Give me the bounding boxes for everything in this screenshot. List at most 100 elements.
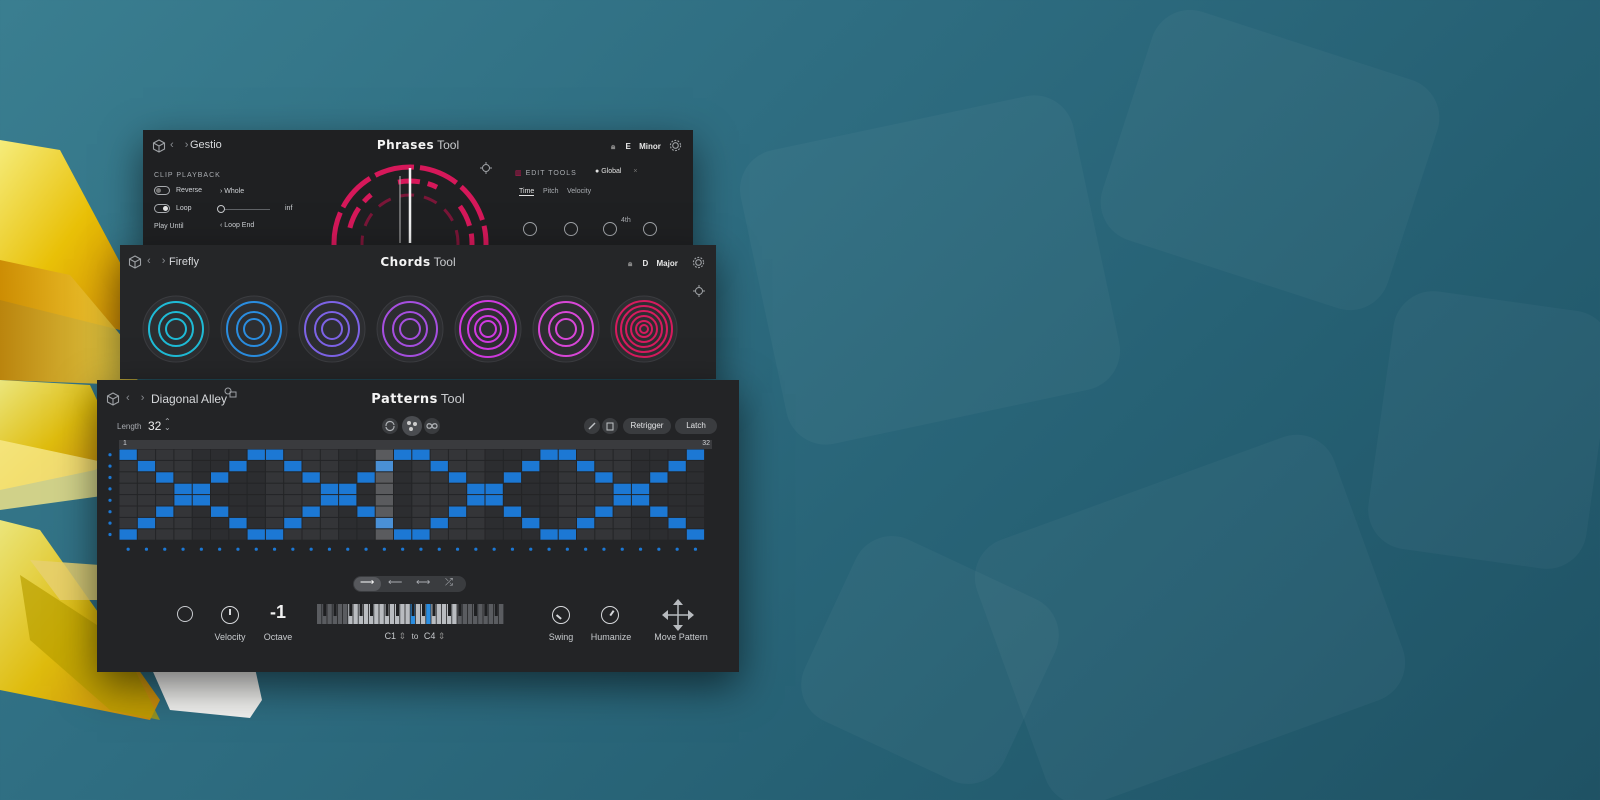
pattern-step[interactable] (412, 460, 430, 472)
crosshair-icon[interactable] (480, 162, 492, 174)
pattern-step[interactable] (137, 472, 156, 483)
pattern-step[interactable] (412, 483, 430, 495)
pattern-step[interactable] (119, 483, 137, 495)
range-high[interactable]: C4 (424, 631, 436, 641)
pattern-step[interactable] (577, 529, 595, 540)
pattern-step[interactable] (485, 517, 503, 529)
pattern-step[interactable] (650, 449, 668, 460)
tab-pitch[interactable]: Pitch (543, 188, 559, 195)
pattern-step[interactable] (192, 529, 210, 540)
pattern-step[interactable] (686, 449, 705, 460)
pattern-step[interactable] (156, 483, 174, 495)
pattern-step[interactable] (686, 495, 705, 506)
pattern-step[interactable] (394, 472, 412, 483)
pattern-step[interactable] (558, 529, 576, 540)
loop-slider[interactable] (220, 209, 270, 210)
pattern-step[interactable] (522, 449, 540, 460)
pattern-step[interactable] (631, 472, 650, 483)
pattern-step[interactable] (339, 517, 357, 529)
partial-knob[interactable] (177, 606, 193, 622)
pattern-step[interactable] (339, 506, 357, 517)
pattern-step[interactable] (577, 495, 595, 506)
pattern-step[interactable] (668, 495, 686, 506)
pattern-step[interactable] (265, 495, 284, 506)
pattern-step[interactable] (668, 483, 686, 495)
pattern-step[interactable] (448, 529, 467, 540)
pattern-step[interactable] (247, 483, 265, 495)
pattern-step[interactable] (119, 460, 137, 472)
pattern-step[interactable] (650, 495, 668, 506)
pattern-step[interactable] (503, 495, 522, 506)
pattern-step[interactable] (595, 495, 613, 506)
pattern-step[interactable] (595, 483, 613, 495)
pattern-step[interactable] (595, 460, 613, 472)
pattern-step[interactable] (174, 529, 192, 540)
pattern-step[interactable] (503, 517, 522, 529)
pattern-step[interactable] (631, 460, 650, 472)
pattern-step[interactable] (503, 483, 522, 495)
range-selector[interactable]: C1 ⇕ to C4 ⇕ (375, 631, 455, 642)
pattern-step[interactable] (357, 449, 375, 460)
pattern-step[interactable] (375, 483, 393, 495)
pattern-step[interactable] (613, 517, 631, 529)
pattern-step[interactable] (265, 506, 284, 517)
pattern-step[interactable] (540, 460, 558, 472)
pattern-step[interactable] (137, 517, 156, 529)
pattern-step[interactable] (686, 460, 705, 472)
chord-pad[interactable] (298, 295, 366, 363)
pattern-step[interactable] (247, 460, 265, 472)
pattern-step[interactable] (211, 529, 229, 540)
pattern-step[interactable] (357, 517, 375, 529)
pattern-step[interactable] (503, 460, 522, 472)
pattern-step[interactable] (174, 460, 192, 472)
pattern-step[interactable] (394, 449, 412, 460)
infinite-button[interactable] (424, 418, 440, 434)
pattern-step[interactable] (229, 460, 247, 472)
pattern-step[interactable] (339, 529, 357, 540)
global-toggle[interactable]: ● Global × (595, 168, 637, 175)
pattern-step[interactable] (503, 449, 522, 460)
key-selector[interactable]: 🔒︎ E Minor (611, 142, 661, 152)
pattern-step[interactable] (558, 449, 576, 460)
edit-knob[interactable] (564, 222, 578, 236)
pattern-step[interactable] (467, 495, 485, 506)
pattern-step[interactable] (265, 472, 284, 483)
pattern-step[interactable] (320, 517, 339, 529)
pattern-step[interactable] (229, 449, 247, 460)
pattern-grid[interactable] (107, 449, 717, 559)
pattern-step[interactable] (448, 472, 467, 483)
pattern-step[interactable] (668, 529, 686, 540)
pencil-button[interactable] (584, 418, 600, 434)
loop-mode-button[interactable] (382, 418, 398, 434)
pattern-step[interactable] (174, 483, 192, 495)
pattern-step[interactable] (631, 517, 650, 529)
pattern-step[interactable] (192, 495, 210, 506)
pattern-step[interactable] (430, 449, 448, 460)
pattern-step[interactable] (119, 517, 137, 529)
pattern-step[interactable] (357, 483, 375, 495)
pattern-step[interactable] (485, 483, 503, 495)
pattern-step[interactable] (668, 460, 686, 472)
pattern-step[interactable] (540, 449, 558, 460)
pattern-step[interactable] (595, 529, 613, 540)
pattern-step[interactable] (265, 460, 284, 472)
pattern-step[interactable] (448, 495, 467, 506)
pattern-step[interactable] (448, 483, 467, 495)
pattern-step[interactable] (485, 472, 503, 483)
pattern-step[interactable] (375, 449, 393, 460)
pattern-step[interactable] (613, 506, 631, 517)
pattern-step[interactable] (595, 449, 613, 460)
gear-icon[interactable] (669, 139, 682, 152)
octave-value[interactable]: -1 (265, 602, 291, 623)
pattern-step[interactable] (192, 506, 210, 517)
pattern-step[interactable] (412, 472, 430, 483)
pattern-step[interactable] (613, 495, 631, 506)
tab-velocity[interactable]: Velocity (567, 188, 591, 195)
pattern-step[interactable] (357, 506, 375, 517)
pattern-step[interactable] (577, 483, 595, 495)
pattern-step[interactable] (686, 472, 705, 483)
pattern-step[interactable] (522, 483, 540, 495)
pattern-step[interactable] (522, 472, 540, 483)
phrases-dial[interactable] (328, 158, 493, 246)
reverse-toggle[interactable] (154, 186, 170, 195)
